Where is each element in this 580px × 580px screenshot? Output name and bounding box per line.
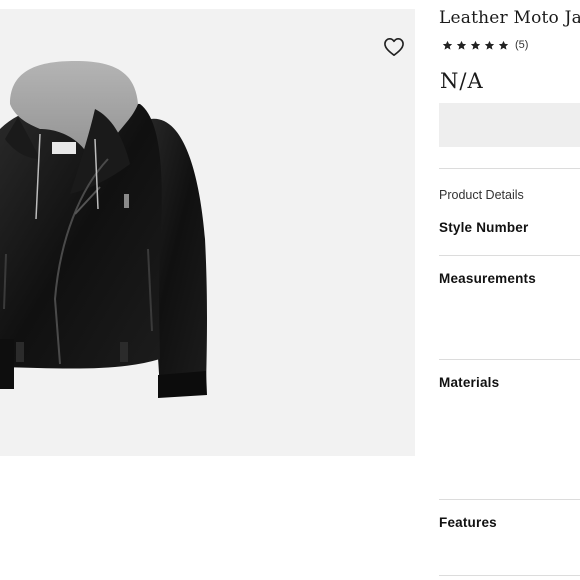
star-icon	[470, 40, 481, 50]
product-image[interactable]	[0, 9, 415, 456]
divider	[439, 168, 580, 169]
heart-outline-icon	[384, 38, 404, 56]
product-details-heading: Product Details	[439, 188, 524, 202]
product-title: Leather Moto Jacket	[439, 8, 580, 28]
star-icon	[456, 40, 467, 50]
price: N/A	[440, 69, 484, 93]
divider	[439, 575, 580, 576]
divider	[439, 499, 580, 500]
features-section[interactable]: Features	[439, 515, 497, 530]
measurements-section[interactable]: Measurements	[439, 271, 536, 286]
divider	[439, 359, 580, 360]
style-number-section[interactable]: Style Number	[439, 220, 528, 235]
add-to-bag-placeholder[interactable]	[439, 103, 580, 147]
product-page: Leather Moto Jacket (5) N/A Product Deta…	[0, 0, 580, 580]
review-count[interactable]: (5)	[515, 39, 528, 51]
rating[interactable]: (5)	[442, 39, 528, 51]
divider	[439, 255, 580, 256]
star-icon	[484, 40, 495, 50]
jacket-image	[0, 61, 207, 398]
wishlist-button[interactable]	[380, 33, 408, 61]
product-info: Leather Moto Jacket (5) N/A Product Deta…	[439, 0, 580, 580]
star-icon	[442, 40, 453, 50]
star-icon	[498, 40, 509, 50]
materials-section[interactable]: Materials	[439, 375, 499, 390]
